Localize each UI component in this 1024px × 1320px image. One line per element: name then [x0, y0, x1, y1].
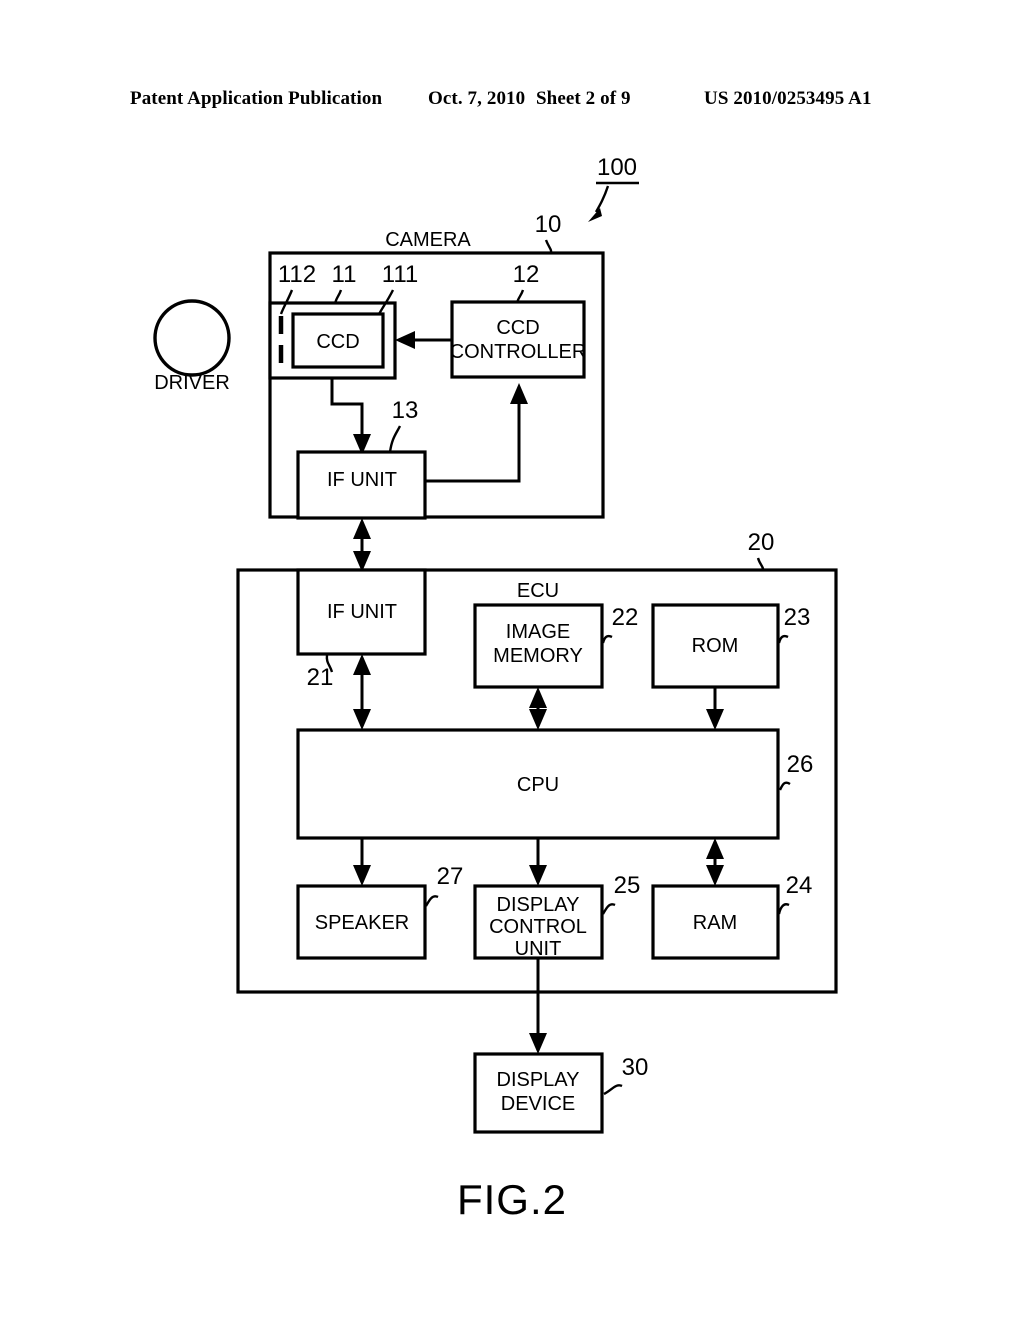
driver-circle: [153, 299, 231, 377]
camera-if-unit-ref-label: 13: [392, 397, 419, 424]
driver-label: DRIVER: [154, 372, 230, 394]
ccd-ref-label: 111: [382, 261, 418, 288]
display-control-unit-label-2: CONTROL: [489, 916, 587, 938]
camera-ref-callout: 10: [535, 211, 562, 255]
ram-label: RAM: [693, 912, 737, 934]
system-ref-callout: 100: [588, 154, 639, 222]
camera-if-unit-label: IF UNIT: [327, 469, 397, 491]
ecu-ref-callout: 20: [748, 529, 775, 572]
display-control-unit-label-3: UNIT: [515, 938, 562, 960]
speaker-label: SPEAKER: [315, 912, 409, 934]
speaker-ref-label: 27: [437, 863, 464, 890]
system-ref-label: 100: [597, 154, 637, 181]
block-diagram: 100 DRIVER CAMERA 10 CCD 112 11 111 CCD …: [153, 154, 838, 1134]
display-device-ref-callout: 30: [603, 1054, 649, 1096]
display-device-ref-label: 30: [622, 1054, 649, 1081]
rom-ref-label: 23: [784, 604, 811, 631]
camera-ref-label: 10: [535, 211, 562, 238]
display-control-unit-ref-label: 25: [614, 872, 641, 899]
ccd-controller-label-2: CONTROLLER: [450, 341, 587, 363]
ecu-title: ECU: [517, 580, 559, 602]
ccd-label: CCD: [316, 331, 359, 353]
patent-figure-page: Patent Application Publication Oct. 7, 2…: [0, 0, 1024, 1320]
ccd-controller-box: [450, 300, 586, 379]
image-memory-label-2: MEMORY: [493, 645, 583, 667]
display-control-unit-label-1: DISPLAY: [497, 894, 580, 916]
cpu-ref-label: 26: [787, 751, 814, 778]
driver-node: DRIVER: [153, 299, 231, 394]
image-memory-ref-label: 22: [612, 604, 639, 631]
display-device-label-2: DEVICE: [501, 1093, 575, 1115]
cpu-label: CPU: [517, 774, 559, 796]
optics-ref-label: 11: [332, 261, 357, 288]
lens-ref-label: 112: [278, 261, 316, 288]
image-memory-label-1: IMAGE: [506, 621, 570, 643]
ecu-ref-label: 20: [748, 529, 775, 556]
display-device-label-1: DISPLAY: [497, 1069, 580, 1091]
rom-label: ROM: [692, 635, 739, 657]
camera-title: CAMERA: [385, 229, 471, 251]
ram-ref-label: 24: [786, 872, 813, 899]
ccd-controller-label-1: CCD: [496, 317, 539, 339]
ccd-controller-ref-label: 12: [513, 261, 540, 288]
ecu-if-unit-label: IF UNIT: [327, 601, 397, 623]
arrow-camera-to-ecu: [353, 518, 371, 572]
figure-caption: FIG.2: [456, 1176, 568, 1223]
